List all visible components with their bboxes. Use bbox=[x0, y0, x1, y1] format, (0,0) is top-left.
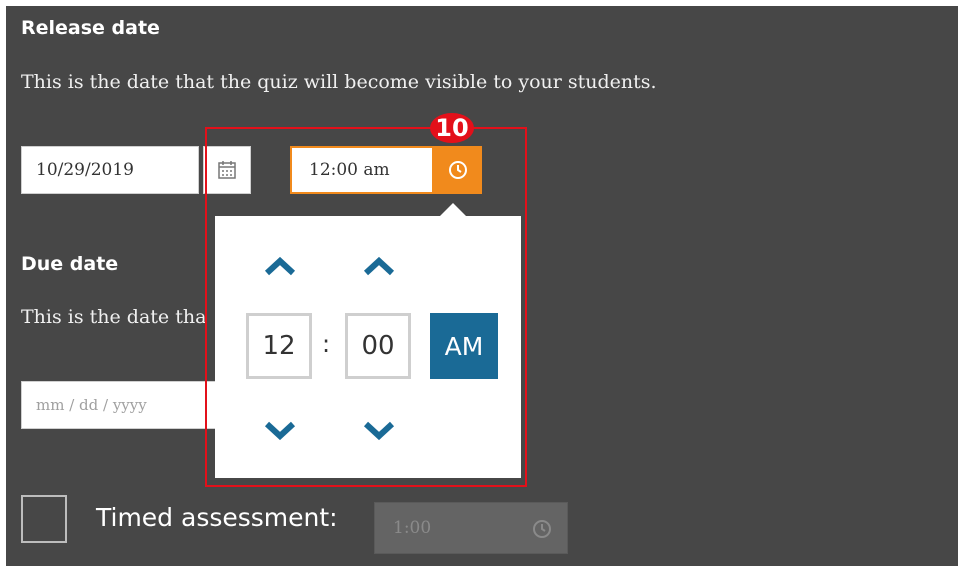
due-date-input[interactable]: mm / dd / yyyy bbox=[21, 381, 217, 429]
due-date-description: This is the date tha bbox=[21, 306, 207, 328]
timed-assessment-duration-value: 1:00 bbox=[393, 518, 432, 538]
release-date-heading: Release date bbox=[21, 17, 160, 39]
annotation-highlight-box bbox=[205, 127, 527, 487]
due-date-placeholder: mm / dd / yyyy bbox=[36, 396, 147, 414]
release-date-value: 10/29/2019 bbox=[36, 160, 134, 180]
annotation-step-badge: 10 bbox=[430, 113, 474, 143]
release-date-description: This is the date that the quiz will beco… bbox=[21, 71, 657, 93]
timed-assessment-label: Timed assessment: bbox=[96, 503, 338, 532]
release-date-input[interactable]: 10/29/2019 bbox=[21, 146, 199, 194]
timed-assessment-checkbox[interactable] bbox=[21, 495, 67, 543]
due-date-heading: Due date bbox=[21, 253, 119, 275]
clock-icon bbox=[533, 520, 551, 538]
timed-assessment-duration-input[interactable]: 1:00 bbox=[374, 502, 568, 554]
